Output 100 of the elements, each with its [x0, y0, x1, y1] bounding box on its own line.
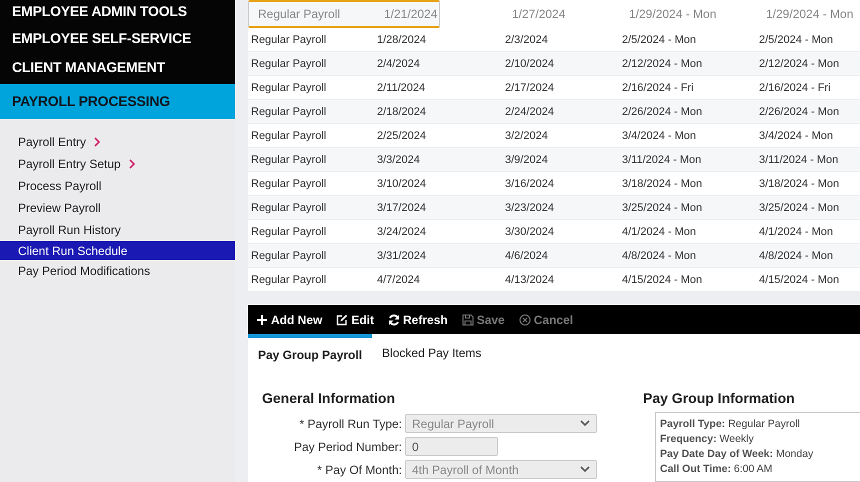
table-cell-text: 1/29/2024 - Mon [629, 7, 718, 21]
nav-item[interactable]: Payroll Entry Setup [0, 153, 235, 175]
table-cell-text: 3/16/2024 [505, 178, 555, 190]
table-cell-text: 3/17/2024 [377, 202, 427, 214]
table-cell-text: 2/18/2024 [377, 106, 427, 118]
table-cell-text: Regular Payroll [250, 178, 328, 190]
info-line: Call Out Time: 6:00 AM [660, 462, 774, 477]
nav-item-label: Process Payroll [18, 179, 102, 193]
table-cell-text: 3/25/2024 - Mon [759, 202, 840, 214]
table-cell-text: 2/11/2024 [377, 82, 426, 94]
table-cell-text: 2/16/2024 - Fri [622, 82, 695, 94]
table-cell-text: 2/12/2024 - Mon [759, 58, 840, 70]
table-cell-text: Regular Payroll [250, 274, 328, 286]
table-cell-text: Regular Payroll [250, 58, 328, 70]
table-cell-text: Regular Payroll [250, 82, 328, 94]
nav-section[interactable]: EMPLOYEE SELF-SERVICE [0, 26, 235, 55]
edit-icon [336, 314, 348, 326]
table-cell-text: 3/11/2024 - Mon [622, 154, 702, 166]
refresh-icon [388, 314, 400, 326]
table-cell-text: 4/1/2024 - Mon [622, 226, 697, 238]
caret-icon [580, 466, 590, 473]
table-cell-text: 4/13/2024 [505, 274, 555, 286]
table-cell-text: Regular Payroll [250, 154, 328, 166]
table-cell-text: 4/15/2024 - Mon [622, 274, 704, 286]
table-cell-text: 2/4/2024 [377, 58, 421, 70]
table-cell-text: 3/18/2024 - Mon [759, 178, 840, 190]
table-cell-text: 3/24/2024 [377, 226, 427, 238]
table-row[interactable]: Regular Payroll 3/17/2024 3/23/2024 3/25/2024 - Mon 3/25/2024 - Mon [248, 196, 860, 220]
table-cell-text: 3/31/2024 [377, 250, 427, 262]
table-cell-text: 3/18/2024 - Mon [622, 178, 704, 190]
table-cell-text: Regular Payroll [250, 202, 328, 214]
table-row[interactable]: Regular Payroll 4/7/2024 4/13/2024 4/15/2024 - Mon 4/15/2024 - Mon [248, 268, 860, 292]
table-cell-text: 2/12/2024 - Mon [622, 58, 704, 70]
table-cell-text: 3/3/2024 [377, 154, 421, 166]
table-cell-text: 2/16/2024 - Fri [759, 82, 832, 94]
plus-icon [256, 314, 268, 326]
table-cell-text: Regular Payroll [250, 250, 328, 262]
table-cell-text: 4/8/2024 - Mon [759, 250, 834, 262]
table-cell-text: Regular Payroll [250, 130, 328, 142]
table-cell-text: 2/10/2024 [505, 58, 555, 70]
nav-item[interactable]: Pay Period Modifications [0, 260, 235, 282]
table-cell-text: 2/5/2024 - Mon [759, 34, 834, 46]
field-label: * Payroll Run Type: [298, 416, 402, 430]
table-cell-text: 3/9/2024 [505, 154, 549, 166]
table-row[interactable]: Regular Payroll 3/31/2024 4/6/2024 4/8/2024 - Mon 4/8/2024 - Mon [248, 244, 860, 268]
table-cell-text: 3/23/2024 [505, 202, 555, 214]
nav-item-label: Payroll Run History [18, 223, 121, 237]
table-cell-text: 2/26/2024 - Mon [622, 106, 704, 118]
nav-item-label: Payroll Entry Setup [18, 157, 121, 171]
nav-item[interactable]: Process Payroll [0, 175, 235, 197]
table-cell-text: 3/10/2024 [377, 178, 427, 190]
nav-section[interactable]: CLIENT MANAGEMENT [0, 55, 235, 84]
table-cell-text: 1/27/2024 [512, 7, 566, 21]
nav-item-label: Payroll Entry [18, 135, 86, 149]
nav-item-label: Pay Period Modifications [18, 264, 150, 278]
table-cell-text: 1/21/2024 [384, 7, 438, 21]
info-line: Pay Date Day of Week: Monday [660, 447, 814, 462]
table-row[interactable]: Regular Payroll 3/3/2024 3/9/2024 3/11/2024 - Mon 3/11/2024 - Mon [248, 148, 860, 172]
nav-section[interactable]: EMPLOYEE ADMIN TOOLS [0, 0, 235, 26]
info-line: Payroll Type: Regular Payroll [660, 417, 801, 432]
cancel-icon [518, 314, 531, 326]
info-line: Frequency: Weekly [660, 432, 755, 447]
table-cell-text: 1/28/2024 [377, 34, 427, 46]
table-row[interactable]: Regular Payroll 2/4/2024 2/10/2024 2/12/2024 - Mon 2/12/2024 - Mon [248, 52, 860, 76]
nav-item-label: Client Run Schedule [18, 244, 128, 258]
nav-item-label: Preview Payroll [18, 201, 101, 215]
table-cell-text: 4/6/2024 [505, 250, 549, 262]
input-field[interactable]: 0 [405, 437, 498, 456]
table-cell-text: 3/4/2024 - Mon [759, 130, 834, 142]
toolbar-button[interactable]: Refresh [388, 312, 448, 326]
table-cell-text: 4/7/2024 [377, 274, 421, 286]
table-cell-text: 3/2/2024 [505, 130, 549, 142]
table-cell-text: 2/3/2024 [505, 34, 549, 46]
table-cell-text: 2/25/2024 [377, 130, 427, 142]
table-cell-text: 3/30/2024 [505, 226, 555, 238]
table-cell-text: Regular Payroll [257, 7, 342, 21]
table-row[interactable]: Regular Payroll 2/18/2024 2/24/2024 2/26/2024 - Mon 2/26/2024 - Mon [248, 100, 860, 124]
tab[interactable]: Blocked Pay Items [372, 334, 492, 366]
nav-item[interactable]: Payroll Run History [0, 219, 235, 241]
table-cell-text: 2/24/2024 [505, 106, 555, 118]
table-cell-text: 4/1/2024 - Mon [759, 226, 834, 238]
caret-icon [580, 420, 590, 427]
nav-item[interactable]: Client Run Schedule [0, 241, 235, 260]
table-cell: 1/29/2024 - Mon [766, 7, 854, 21]
table-cell-text: Regular Payroll [250, 106, 328, 118]
table-cell-text: 4/15/2024 - Mon [759, 274, 840, 286]
table-cell-text: Regular Payroll [250, 34, 328, 46]
table-cell-text: 3/11/2024 - Mon [759, 154, 840, 166]
nav-item[interactable]: Preview Payroll [0, 197, 235, 219]
section-heading: Pay Group Information [643, 390, 796, 406]
nav-item[interactable]: Payroll Entry [0, 131, 235, 153]
table-cell-text: 2/5/2024 - Mon [622, 34, 697, 46]
table-cell-text: 3/25/2024 - Mon [622, 202, 704, 214]
table-cell-text: 4/8/2024 - Mon [622, 250, 697, 262]
toolbar-button[interactable]: Edit [336, 312, 374, 326]
field-label: Pay Period Number: [292, 440, 402, 454]
table-cell-text: 3/4/2024 - Mon [622, 130, 697, 142]
nav-section[interactable]: PAYROLL PROCESSING [0, 84, 235, 119]
field-label: * Pay Of Month: [316, 462, 402, 476]
toolbar-button[interactable]: Add New [256, 312, 322, 326]
